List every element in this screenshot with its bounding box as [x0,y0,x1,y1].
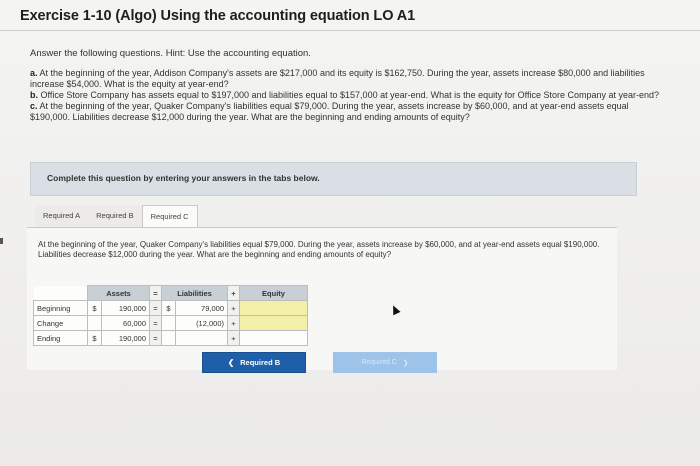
plus-sign: + [227,300,240,316]
chevron-left-icon: ❮ [227,358,235,367]
equals-sign: = [149,330,162,346]
header-plus: + [227,285,240,301]
previous-button-label: Required B [240,358,281,367]
instruction-text: Complete this question by entering your … [47,173,320,183]
equity-input-ending[interactable] [239,330,308,346]
question-b: b. Office Store Company has assets equal… [30,90,660,100]
next-button-label: Required C [361,359,397,366]
row-label: Ending [33,330,88,346]
intro-text: Answer the following questions. Hint: Us… [30,48,311,59]
currency-symbol: $ [87,300,102,316]
row-label: Beginning [33,300,88,316]
tab-required-a[interactable]: Required A [35,205,89,227]
equity-input-beginning[interactable] [239,300,308,316]
next-required-button[interactable]: Required C ❯ [333,352,437,373]
plus-sign: + [227,315,240,331]
scroll-marker [0,238,3,244]
currency-symbol [161,315,176,331]
assets-cell: 60,000 [101,315,150,331]
currency-symbol: $ [87,330,102,346]
plus-sign: + [227,330,240,346]
assets-cell: 190,000 [101,330,150,346]
instruction-banner: Complete this question by entering your … [30,162,637,196]
question-c: c. At the beginning of the year, Quaker … [30,101,629,122]
tab-required-c[interactable]: Required C [141,205,198,228]
currency-symbol [87,315,102,331]
question-a: a. At the beginning of the year, Addison… [30,68,645,89]
table-row-beginning: Beginning $ 190,000 = $ 79,000 + [33,300,308,316]
header-blank [33,285,88,301]
question-list: a. At the beginning of the year, Addison… [30,68,670,123]
header-equity: Equity [239,285,308,301]
equals-sign: = [149,300,162,316]
page: Exercise 1-10 (Algo) Using the accountin… [0,0,700,466]
assets-cell: 190,000 [101,300,150,316]
equals-sign: = [149,315,162,331]
accounting-equation-table: Assets = Liabilities + Equity Beginning … [33,285,308,346]
liabilities-cell [175,330,228,346]
currency-symbol [161,330,176,346]
tab-bar: Required A Required B Required C [35,205,198,228]
row-label: Change [33,315,88,331]
liabilities-cell: (12,000) [175,315,228,331]
title-divider [0,30,700,31]
table-row-ending: Ending $ 190,000 = + [33,330,308,346]
header-assets: Assets [87,285,150,301]
tab-required-b[interactable]: Required B [88,205,142,227]
table-row-change: Change 60,000 = (12,000) + [33,315,308,331]
chevron-right-icon: ❯ [402,359,409,367]
equity-input-change[interactable] [239,315,308,331]
header-liabilities: Liabilities [161,285,228,301]
table-header-row: Assets = Liabilities + Equity [33,285,308,301]
page-title: Exercise 1-10 (Algo) Using the accountin… [20,8,416,24]
panel-question-text: At the beginning of the year, Quaker Com… [38,240,600,259]
liabilities-cell: 79,000 [175,300,228,316]
header-equals: = [149,285,162,301]
currency-symbol: $ [161,300,176,316]
previous-required-button[interactable]: ❮ Required B [202,352,306,373]
